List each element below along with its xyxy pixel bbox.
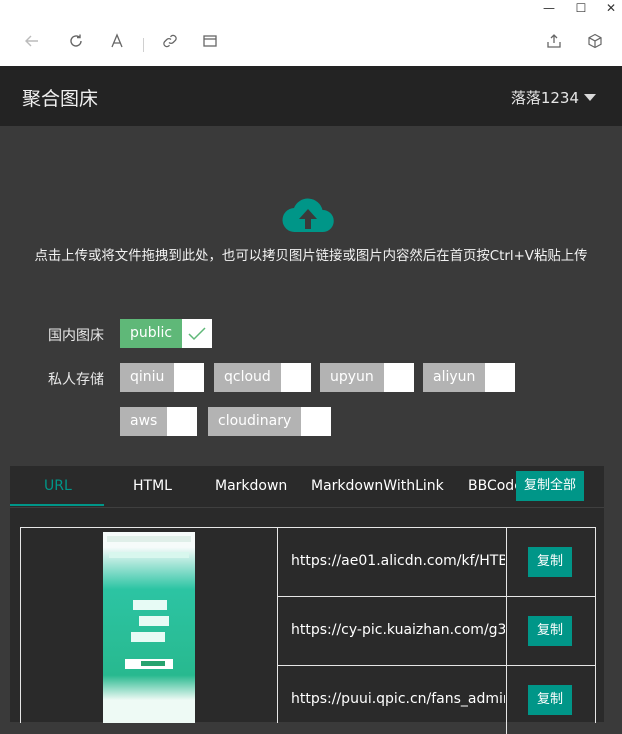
share-icon[interactable] [544,33,564,53]
tab-markdown-with-link[interactable]: MarkdownWithLink [311,478,444,494]
toolbar-separator [143,38,144,52]
cube-icon[interactable] [585,33,605,53]
checkbox-empty [280,363,311,392]
app-title: 聚合图床 [22,88,99,110]
table-row: https://cy-pic.kuaizhan.com/g3/b7 复制 [278,597,595,666]
storage-option-label: cloudinary [208,407,302,436]
cloud-upload-icon[interactable] [281,194,335,234]
username-label: 落落1234 [510,89,579,107]
browser-toolbar [0,20,622,67]
image-url[interactable]: https://puui.qpic.cn/fans_admin/0/ [291,691,505,707]
thumbnail-card [131,632,165,642]
table-row: https://puui.qpic.cn/fans_admin/0/ 复制 [278,666,595,734]
cell-divider [506,666,507,734]
checkbox-empty [485,363,516,392]
link-icon[interactable] [160,33,180,53]
tab-html[interactable]: HTML [133,478,172,494]
checkbox-empty [174,363,205,392]
thumbnail-headline [109,552,189,558]
image-thumbnail-cell [21,528,278,723]
cell-divider [506,597,507,665]
user-menu[interactable]: 落落1234 [511,87,596,108]
thumbnail-button [125,659,173,669]
storage-option-qcloud[interactable]: qcloud [214,363,311,392]
results-table: https://ae01.alicdn.com/kf/HTB1E 复制 http… [20,527,596,734]
maximize-button[interactable]: ☐ [566,0,596,18]
domestic-hosting-label: 国内图床 [48,328,104,344]
link-format-tabs: URL HTML Markdown MarkdownWithLink BBCod… [10,466,604,508]
table-row: https://ae01.alicdn.com/kf/HTB1E 复制 [278,528,595,597]
tab-url[interactable]: URL [44,478,72,494]
storage-option-upyun[interactable]: upyun [320,363,414,392]
tab-markdown[interactable]: Markdown [215,478,287,494]
back-arrow-icon[interactable] [22,33,42,53]
checkbox-empty [383,363,414,392]
minimize-button[interactable]: — [534,0,564,18]
storage-option-public[interactable]: public [120,319,213,348]
storage-option-cloudinary[interactable]: cloudinary [208,407,332,436]
storage-option-label: aws [120,407,168,436]
window-titlebar: — ☐ ✕ [0,0,622,20]
thumbnail-topbar [107,536,191,542]
checkbox-empty [301,407,332,436]
copy-button[interactable]: 复制 [528,616,572,646]
storage-option-aliyun[interactable]: aliyun [423,363,516,392]
upload-hint[interactable]: 点击上传或将文件拖拽到此处，也可以拷贝图片链接或图片内容然后在首页按Ctrl+V… [0,244,622,264]
text-size-icon[interactable] [107,33,127,53]
storage-option-label: qiniu [120,363,175,392]
private-storage-label: 私人存储 [48,372,104,388]
active-tab-indicator [10,504,104,506]
close-button[interactable]: ✕ [596,0,622,18]
storage-option-label: upyun [320,363,384,392]
copy-button[interactable]: 复制 [528,547,572,577]
cell-divider [506,528,507,596]
storage-option-aws[interactable]: aws [120,407,198,436]
image-url[interactable]: https://ae01.alicdn.com/kf/HTB1E [291,553,505,569]
chevron-down-icon [584,94,596,101]
uploaded-image-thumbnail[interactable] [103,532,195,723]
storage-option-qiniu[interactable]: qiniu [120,363,205,392]
refresh-icon[interactable] [66,33,86,53]
checkbox-empty [167,407,198,436]
storage-option-label: aliyun [423,363,486,392]
tab-bbcode[interactable]: BBCode [468,478,523,494]
storage-option-label: qcloud [214,363,281,392]
copy-all-button[interactable]: 复制全部 [516,471,584,501]
check-icon [182,319,213,348]
thumbnail-card [139,616,169,626]
window-icon[interactable] [200,33,220,53]
results-panel: URL HTML Markdown MarkdownWithLink BBCod… [10,466,604,734]
image-url[interactable]: https://cy-pic.kuaizhan.com/g3/b7 [291,622,505,638]
storage-option-label: public [120,319,183,348]
app-header: 聚合图床 落落1234 [0,66,622,126]
copy-button[interactable]: 复制 [528,685,572,715]
thumbnail-card [133,600,167,610]
